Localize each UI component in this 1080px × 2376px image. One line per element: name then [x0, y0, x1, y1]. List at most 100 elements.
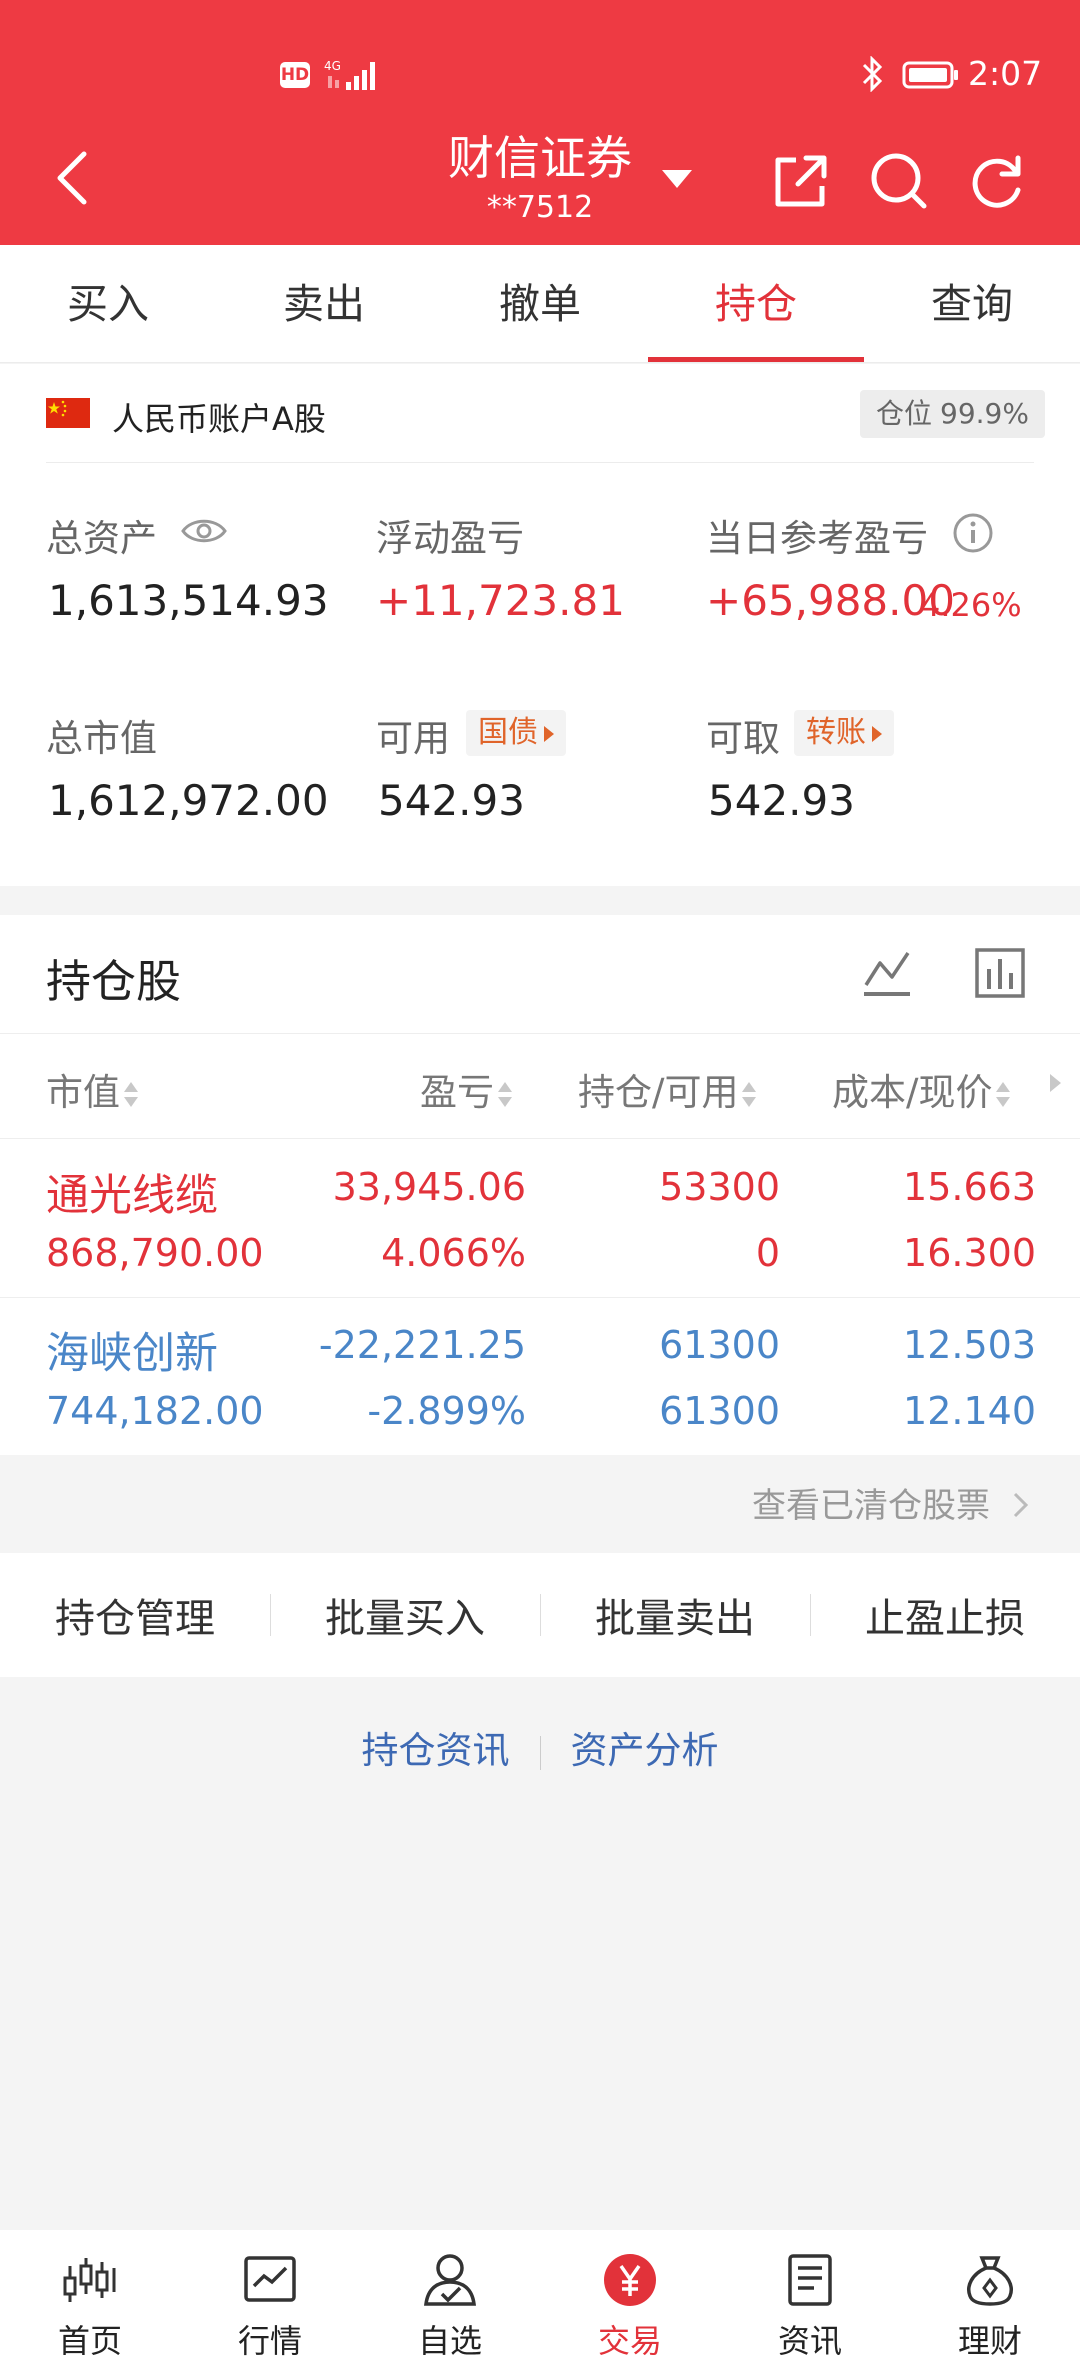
stock-available: 61300 [659, 1389, 780, 1433]
batch-buy-button[interactable]: 批量买入 [270, 1586, 540, 1644]
nav-wealth[interactable]: 理财 [900, 2230, 1080, 2376]
trade-tabs: 买入 卖出 撤单 持仓 查询 [0, 245, 1080, 363]
bar-chart-icon[interactable] [974, 947, 1026, 999]
info-links: 持仓资讯 资产分析 [0, 1720, 1080, 1774]
refresh-icon[interactable] [966, 150, 1028, 212]
account-type[interactable]: 人民币账户A股 [112, 394, 326, 440]
stock-market-value: 868,790.00 [46, 1231, 264, 1275]
nav-watchlist[interactable]: 自选 [360, 2230, 540, 2376]
stock-price: 12.140 [903, 1389, 1036, 1433]
stock-price: 16.300 [903, 1231, 1036, 1275]
holdings-section: 持仓股 市值 盈亏 持仓/可用 成本/现价 通光线缆 868,790.00 33… [0, 915, 1080, 1455]
stock-position: 61300 [659, 1323, 780, 1367]
svg-text:4G: 4G [324, 59, 341, 73]
search-icon[interactable] [868, 150, 930, 212]
account-summary-card: 人民币账户A股 仓位 99.9% 总资产 1,613,514.93 浮动盈亏 +1… [0, 364, 1080, 886]
nav-label: 资讯 [777, 2322, 842, 2360]
chart-line-icon [244, 2256, 296, 2302]
tab-holdings[interactable]: 持仓 [648, 245, 864, 362]
nav-label: 首页 [57, 2322, 122, 2360]
stock-cost: 12.503 [903, 1323, 1036, 1367]
china-flag-icon [46, 398, 90, 428]
tab-buy[interactable]: 买入 [0, 245, 216, 362]
daily-pl-percent: 4.26% [920, 586, 1022, 624]
bluetooth-icon [862, 56, 883, 92]
nav-trade[interactable]: 交易 [540, 2230, 720, 2376]
table-row[interactable]: 海峡创新 744,182.00 -22,221.25 -2.899% 61300… [0, 1299, 1080, 1455]
available-label: 可用 [376, 717, 450, 760]
stock-name: 通光线缆 [46, 1171, 218, 1221]
stock-pl: -22,221.25 [318, 1323, 526, 1367]
holdings-actions: 持仓管理 批量买入 批量卖出 止盈止损 [0, 1553, 1080, 1677]
candlestick-icon [63, 2258, 116, 2302]
market-value-label: 总市值 [46, 717, 157, 760]
stock-market-value: 744,182.00 [46, 1389, 264, 1433]
available-value: 542.93 [378, 776, 525, 825]
battery-full-icon [902, 61, 958, 89]
withdrawable-value: 542.93 [708, 776, 855, 825]
dropdown-caret-icon[interactable] [660, 166, 694, 192]
row-divider [0, 1297, 1080, 1298]
stock-name: 海峡创新 [46, 1329, 218, 1379]
back-icon[interactable] [52, 148, 92, 208]
asset-analysis-link[interactable]: 资产分析 [541, 1720, 749, 1774]
tab-query[interactable]: 查询 [864, 245, 1080, 362]
chevron-right-icon[interactable] [1012, 1491, 1030, 1519]
bottom-navigation: 首页 行情 自选 交易 资讯 理财 [0, 2230, 1080, 2376]
news-icon [788, 2254, 832, 2306]
col-pl[interactable]: 盈亏 [420, 1062, 512, 1116]
stock-available: 0 [755, 1231, 780, 1275]
table-row[interactable]: 通光线缆 868,790.00 33,945.06 4.066% 53300 0… [0, 1141, 1080, 1297]
market-value-value: 1,612,972.00 [48, 776, 329, 825]
divider [46, 462, 1034, 463]
stock-pl-percent: -2.899% [367, 1389, 526, 1433]
holdings-column-header: 市值 盈亏 持仓/可用 成本/现价 [0, 1033, 1080, 1139]
nav-label: 行情 [237, 2322, 302, 2360]
stock-pl: 33,945.06 [332, 1165, 526, 1209]
total-assets-value: 1,613,514.93 [48, 576, 329, 625]
manage-holdings-button[interactable]: 持仓管理 [0, 1586, 270, 1644]
scroll-right-icon[interactable] [1050, 1074, 1061, 1092]
daily-pl-label: 当日参考盈亏 [706, 517, 928, 560]
app-header: HD 4G 2:07 财信证券 **7512 [0, 0, 1080, 245]
floating-pl-label: 浮动盈亏 [376, 517, 524, 560]
holdings-title: 持仓股 [46, 955, 182, 1008]
info-icon[interactable] [952, 512, 994, 554]
total-assets-label: 总资产 [46, 517, 157, 560]
holdings-news-link[interactable]: 持仓资讯 [332, 1720, 540, 1774]
batch-sell-button[interactable]: 批量卖出 [540, 1586, 810, 1644]
status-bar: HD 4G 2:07 [0, 48, 1080, 104]
stop-profit-loss-button[interactable]: 止盈止损 [810, 1586, 1080, 1644]
col-market-value[interactable]: 市值 [46, 1062, 138, 1116]
user-check-icon [424, 2254, 476, 2306]
position-ratio-badge: 仓位 99.9% [860, 390, 1045, 438]
broker-title[interactable]: 财信证券 [420, 122, 660, 188]
trading-app: HD 4G 2:07 财信证券 **7512 买入 卖出 撤单 持仓 查询 人民… [0, 0, 1080, 2376]
transfer-tag-button[interactable]: 转账 [794, 710, 894, 756]
nav-home[interactable]: 首页 [0, 2230, 180, 2376]
withdrawable-label: 可取 [706, 717, 780, 760]
nav-label: 交易 [597, 2322, 662, 2360]
daily-pl-value: +65,988.00 [706, 576, 955, 625]
signal-icon: 4G [324, 59, 375, 90]
share-icon[interactable] [770, 150, 832, 212]
col-position[interactable]: 持仓/可用 [578, 1062, 757, 1116]
nav-market[interactable]: 行情 [180, 2230, 360, 2376]
eye-icon[interactable] [180, 514, 228, 548]
stock-position: 53300 [659, 1165, 780, 1209]
money-bag-icon [967, 2256, 1013, 2306]
stock-cost: 15.663 [903, 1165, 1036, 1209]
bond-tag-button[interactable]: 国债 [466, 710, 566, 756]
col-cost-price[interactable]: 成本/现价 [832, 1062, 1011, 1116]
floating-pl-value: +11,723.81 [376, 576, 625, 625]
account-number[interactable]: **7512 [420, 190, 660, 225]
yuan-icon [604, 2254, 656, 2306]
nav-news[interactable]: 资讯 [720, 2230, 900, 2376]
tab-cancel[interactable]: 撤单 [432, 245, 648, 362]
view-cleared-stocks-link[interactable]: 查看已清仓股票 [752, 1478, 990, 1527]
tab-sell[interactable]: 卖出 [216, 245, 432, 362]
trend-chart-icon[interactable] [862, 947, 914, 999]
nav-label: 自选 [417, 2322, 482, 2360]
stock-pl-percent: 4.066% [381, 1231, 526, 1275]
hd-indicator: HD [280, 62, 310, 88]
